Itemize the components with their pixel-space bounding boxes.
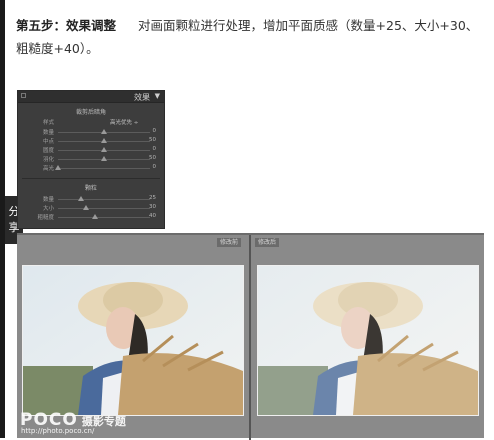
instruction-paragraph: 第五步：效果调整 对画面颗粒进行处理，增加平面质感（数量+25、大小+30、粗糙度… (16, 14, 486, 60)
before-after-compare: 修改前 修改后 (17, 233, 484, 440)
vignette-slider-thumb[interactable] (101, 129, 107, 134)
vignette-slider-row: 中点 50 (18, 137, 164, 146)
before-label: 修改前 (217, 238, 242, 247)
watermark-url: http://photo.poco.cn/ (21, 427, 95, 435)
vignette-slider-track[interactable] (58, 156, 150, 161)
vignette-slider-value[interactable]: 0 (153, 164, 157, 170)
vignette-slider-thumb[interactable] (101, 147, 107, 152)
effects-panel-header[interactable]: 效果 ▼ (18, 91, 164, 103)
vignette-slider-row: 圆度 0 (18, 146, 164, 155)
vignette-slider-thumb[interactable] (101, 156, 107, 161)
vignette-slider-track[interactable] (58, 129, 150, 134)
grain-section-title: 颗粒 (84, 185, 97, 192)
vignette-style-label: 样式 (42, 120, 54, 126)
step-title: 第五步：效果调整 (16, 18, 117, 33)
vignette-slider-value[interactable]: 50 (149, 155, 156, 161)
vignette-slider-label: 数量 (42, 130, 54, 136)
grain-slider-track[interactable] (58, 214, 150, 219)
vignette-slider-thumb[interactable] (55, 165, 61, 170)
vignette-slider-thumb[interactable] (101, 138, 107, 143)
collapse-arrow-icon[interactable]: ▼ (155, 92, 160, 100)
grain-slider-row: 大小 30 (18, 204, 164, 213)
grain-slider-track[interactable] (58, 205, 150, 210)
grain-slider-thumb[interactable] (82, 205, 89, 210)
grain-slider-label: 粗糙度 (37, 215, 54, 221)
panel-divider (22, 178, 160, 179)
vignette-slider-value[interactable]: 0 (153, 146, 157, 152)
vignette-slider-label: 中点 (42, 139, 54, 145)
after-label: 修改后 (255, 238, 280, 247)
grain-slider-label: 大小 (42, 206, 54, 212)
poco-watermark: POCO 摄影专题 http://photo.poco.cn/ (20, 410, 126, 435)
vignette-section-title: 裁剪后暗角 (75, 109, 106, 116)
vignette-slider-label: 高光 (42, 166, 54, 172)
effects-panel: 效果 ▼ 裁剪后暗角 样式 高光优先 ÷ 数量 0 中点 50 圆度 0 羽化 50 高光 0 颗… (17, 90, 165, 229)
grain-slider-value[interactable]: 25 (149, 195, 156, 201)
vignette-slider-track[interactable] (55, 165, 150, 170)
grain-slider-row: 数量 25 (18, 195, 164, 204)
vignette-slider-track[interactable] (58, 147, 150, 152)
vignette-slider-label: 圆度 (42, 148, 54, 154)
vignette-slider-track[interactable] (58, 138, 150, 143)
grain-slider-value[interactable]: 30 (149, 204, 156, 210)
grain-slider-track[interactable] (58, 196, 150, 201)
vignette-slider-value[interactable]: 50 (149, 137, 156, 143)
compare-divider (249, 235, 251, 440)
panel-toggle-icon[interactable] (21, 93, 26, 98)
vignette-slider-row: 数量 0 (18, 128, 164, 137)
grain-slider-thumb[interactable] (78, 196, 84, 201)
vignette-slider-value[interactable]: 0 (153, 128, 157, 134)
before-photo (22, 265, 244, 416)
after-photo (257, 265, 479, 416)
vignette-slider-row: 羽化 50 (18, 155, 164, 164)
grain-slider-row: 粗糙度 40 (18, 213, 164, 222)
vignette-style-select[interactable]: 高光优先 ÷ (110, 118, 138, 126)
grain-slider-label: 数量 (42, 197, 54, 203)
vignette-slider-row: 高光 0 (18, 164, 164, 173)
vignette-style-row: 样式 高光优先 ÷ (18, 118, 164, 127)
grain-slider-value[interactable]: 40 (149, 213, 156, 219)
effects-panel-title: 效果 (134, 93, 150, 102)
vignette-slider-label: 羽化 (42, 157, 54, 163)
grain-slider-thumb[interactable] (91, 214, 98, 219)
